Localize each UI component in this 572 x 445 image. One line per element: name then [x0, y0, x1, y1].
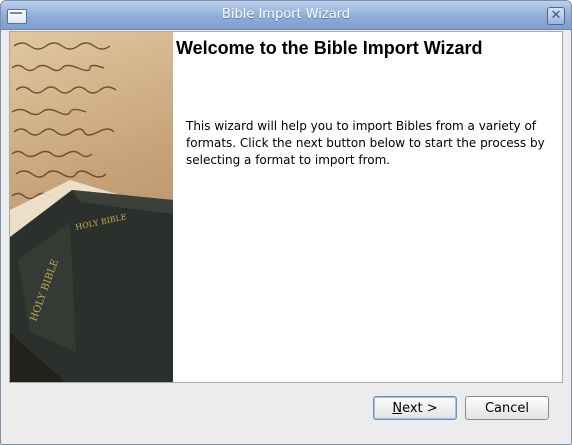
page-description: This wizard will help you to import Bibl…	[186, 119, 545, 167]
wizard-window: Bible Import Wizard ✕ HOLY BIBLE HOLY BI…	[0, 0, 572, 445]
next-button[interactable]: Next >	[373, 396, 457, 420]
next-button-label: ext >	[402, 401, 438, 416]
page-title: Welcome to the Bible Import Wizard	[176, 38, 483, 58]
wizard-page: HOLY BIBLE HOLY BIBLE Welcome to the Bib…	[9, 31, 563, 383]
cancel-button[interactable]: Cancel	[465, 396, 549, 420]
next-button-mnemonic: N	[392, 401, 403, 416]
bible-illustration: HOLY BIBLE HOLY BIBLE	[10, 42, 173, 382]
close-icon[interactable]: ✕	[547, 7, 565, 25]
window-title: Bible Import Wizard	[221, 7, 351, 22]
bible-side-image: HOLY BIBLE HOLY BIBLE	[10, 32, 173, 382]
titlebar[interactable]: Bible Import Wizard ✕	[1, 1, 571, 30]
